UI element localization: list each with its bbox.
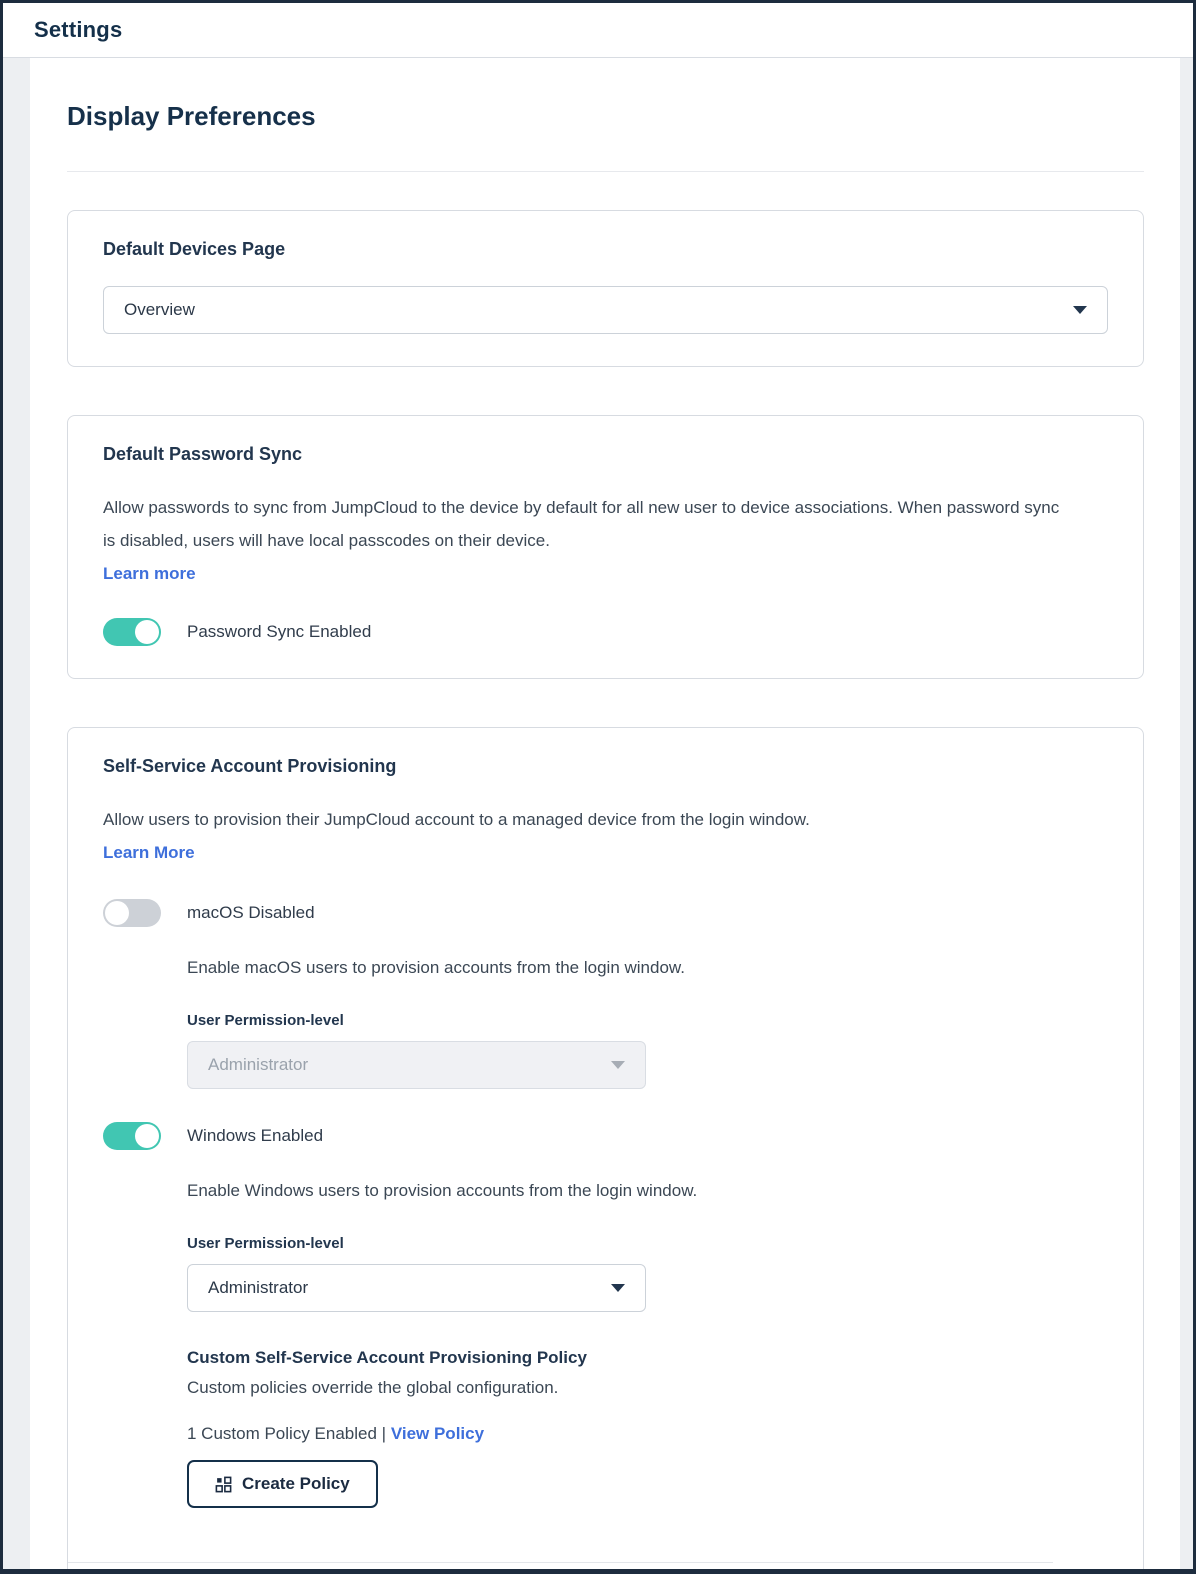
default-devices-page-dropdown-value: Overview bbox=[124, 300, 195, 319]
default-devices-page-card: Default Devices Page Overview bbox=[67, 210, 1144, 367]
password-sync-learn-more-link[interactable]: Learn more bbox=[103, 557, 196, 590]
default-devices-page-title: Default Devices Page bbox=[103, 239, 286, 259]
app-header: Settings bbox=[3, 3, 1193, 58]
password-sync-toggle[interactable] bbox=[103, 618, 161, 646]
macos-permission-dropdown-value: Administrator bbox=[208, 1055, 309, 1074]
custom-policy-title: Custom Self-Service Account Provisioning… bbox=[187, 1348, 587, 1367]
toggle-knob bbox=[135, 620, 159, 644]
custom-policy-status: 1 Custom Policy Enabled | View Policy bbox=[187, 1424, 1108, 1444]
macos-toggle[interactable] bbox=[103, 899, 161, 927]
windows-toggle-label: Windows Enabled bbox=[187, 1126, 324, 1145]
macos-settings-block: Enable macOS users to provision accounts… bbox=[187, 955, 1108, 1089]
windows-permission-dropdown-value: Administrator bbox=[208, 1278, 309, 1297]
custom-policy-description: Custom policies override the global conf… bbox=[187, 1378, 559, 1397]
section-divider bbox=[68, 1562, 1053, 1563]
page-header-title: Settings bbox=[34, 17, 123, 42]
view-policy-link[interactable]: View Policy bbox=[391, 1424, 484, 1444]
windows-toggle[interactable] bbox=[103, 1122, 161, 1150]
default-password-sync-description: Allow passwords to sync from JumpCloud t… bbox=[103, 498, 1060, 550]
toggle-knob bbox=[135, 1124, 159, 1148]
page-title: Display Preferences bbox=[67, 101, 316, 131]
title-divider bbox=[67, 171, 1144, 172]
self-service-provisioning-card: Self-Service Account Provisioning Allow … bbox=[67, 727, 1144, 1569]
toggle-knob bbox=[105, 901, 129, 925]
create-policy-button[interactable]: Create Policy bbox=[187, 1460, 378, 1508]
content-area: Display Preferences Default Devices Page… bbox=[3, 58, 1193, 1569]
password-sync-toggle-row: Password Sync Enabled bbox=[103, 618, 1108, 646]
self-service-title: Self-Service Account Provisioning bbox=[103, 756, 397, 776]
create-policy-button-label: Create Policy bbox=[242, 1474, 350, 1493]
windows-settings-block: Enable Windows users to provision accoun… bbox=[68, 1178, 1108, 1563]
settings-window: Settings Display Preferences Default Dev… bbox=[0, 0, 1196, 1574]
default-password-sync-card: Default Password Sync Allow passwords to… bbox=[67, 415, 1144, 679]
macos-description: Enable macOS users to provision accounts… bbox=[187, 958, 685, 977]
custom-policy-status-text: 1 Custom Policy Enabled | bbox=[187, 1424, 387, 1443]
chevron-down-icon bbox=[611, 1284, 625, 1292]
macos-toggle-row: macOS Disabled bbox=[103, 899, 1108, 927]
chevron-down-icon bbox=[611, 1061, 625, 1069]
self-service-description: Allow users to provision their JumpCloud… bbox=[103, 810, 810, 829]
macos-toggle-label: macOS Disabled bbox=[187, 903, 315, 922]
self-service-learn-more-link[interactable]: Learn More bbox=[103, 836, 195, 869]
chevron-down-icon bbox=[1073, 306, 1087, 314]
windows-toggle-row: Windows Enabled bbox=[103, 1122, 1108, 1150]
display-preferences-panel: Display Preferences Default Devices Page… bbox=[30, 58, 1180, 1569]
policy-grid-icon bbox=[215, 1476, 232, 1493]
default-password-sync-title: Default Password Sync bbox=[103, 444, 303, 464]
windows-permission-dropdown[interactable]: Administrator bbox=[187, 1264, 646, 1312]
macos-permission-dropdown: Administrator bbox=[187, 1041, 646, 1089]
macos-permission-label: User Permission-level bbox=[187, 1012, 344, 1029]
password-sync-toggle-label: Password Sync Enabled bbox=[187, 622, 372, 641]
default-devices-page-dropdown[interactable]: Overview bbox=[103, 286, 1108, 334]
windows-permission-label: User Permission-level bbox=[187, 1235, 344, 1252]
windows-description: Enable Windows users to provision accoun… bbox=[187, 1181, 698, 1200]
